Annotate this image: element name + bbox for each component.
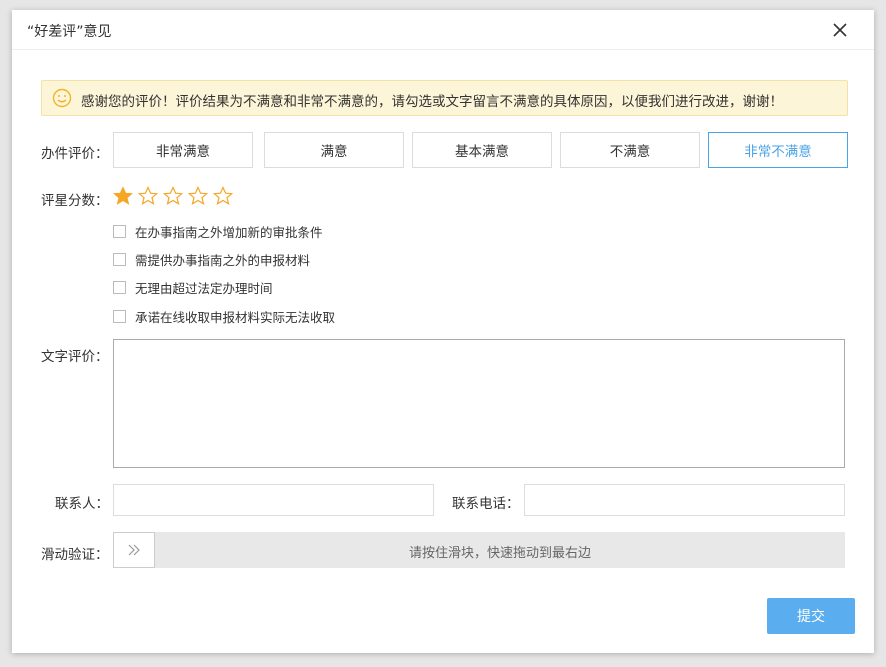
double-chevron-right-icon [128, 544, 140, 556]
checkbox[interactable] [113, 309, 126, 323]
dialog-title: “好差评”意见 [27, 24, 112, 40]
option-dissatisfied-button[interactable]: 不满意 [560, 132, 700, 168]
slider-label: 滑动验证： [41, 547, 109, 563]
notice-banner: 感谢您的评价！评价结果为不满意和非常不满意的，请勾选或文字留言不满意的具体原因，… [41, 80, 848, 116]
checkbox[interactable] [113, 224, 126, 238]
contact-phone-input[interactable] [524, 484, 845, 516]
smile-icon [52, 88, 72, 108]
slider-verify-track[interactable]: 请按住滑块，快速拖动到最右边 [113, 532, 845, 568]
checkbox-label: 在办事指南之外增加新的审批条件 [135, 224, 323, 240]
option-very-satisfied-button[interactable]: 非常满意 [113, 132, 253, 168]
checkbox-label: 无理由超过法定办理时间 [135, 280, 273, 296]
option-basically-satisfied-button[interactable]: 基本满意 [412, 132, 552, 168]
star-3-icon[interactable] [163, 186, 183, 206]
slider-handle[interactable] [113, 532, 155, 568]
contact-name-label: 联系人： [55, 496, 109, 512]
rating-label: 评星分数： [41, 193, 109, 209]
comment-textarea[interactable] [113, 339, 845, 468]
reason-checkbox-row[interactable]: 在办事指南之外增加新的审批条件 [113, 222, 323, 240]
close-icon[interactable] [832, 22, 848, 38]
checkbox[interactable] [113, 252, 126, 266]
star-1-icon[interactable] [113, 186, 133, 206]
option-very-dissatisfied-button[interactable]: 非常不满意 [708, 132, 848, 168]
checkbox-label: 承诺在线收取申报材料实际无法收取 [135, 309, 336, 325]
submit-button[interactable]: 提交 [767, 598, 855, 634]
star-4-icon[interactable] [188, 186, 208, 206]
star-2-icon[interactable] [138, 186, 158, 206]
reason-checkbox-row[interactable]: 承诺在线收取申报材料实际无法收取 [113, 307, 335, 325]
reason-checkbox-row[interactable]: 无理由超过法定办理时间 [113, 278, 273, 296]
option-satisfied-button[interactable]: 满意 [264, 132, 404, 168]
checkbox[interactable] [113, 280, 126, 294]
dialog-header: “好差评”意见 [12, 10, 874, 50]
star-5-icon[interactable] [213, 186, 233, 206]
feedback-dialog: “好差评”意见 感谢您的评价！评价结果为不满意和非常不满意的，请勾选或文字留言不… [12, 10, 874, 653]
contact-phone-label: 联系电话： [452, 496, 520, 512]
evaluation-label: 办件评价： [41, 146, 109, 162]
contact-name-input[interactable] [113, 484, 434, 516]
slider-hint: 请按住滑块，快速拖动到最右边 [408, 546, 591, 561]
checkbox-label: 需提供办事指南之外的申报材料 [135, 252, 311, 268]
reason-checkbox-row[interactable]: 需提供办事指南之外的申报材料 [113, 250, 310, 268]
comment-label: 文字评价： [41, 349, 109, 365]
notice-text: 感谢您的评价！评价结果为不满意和非常不满意的，请勾选或文字留言不满意的具体原因，… [81, 94, 783, 110]
